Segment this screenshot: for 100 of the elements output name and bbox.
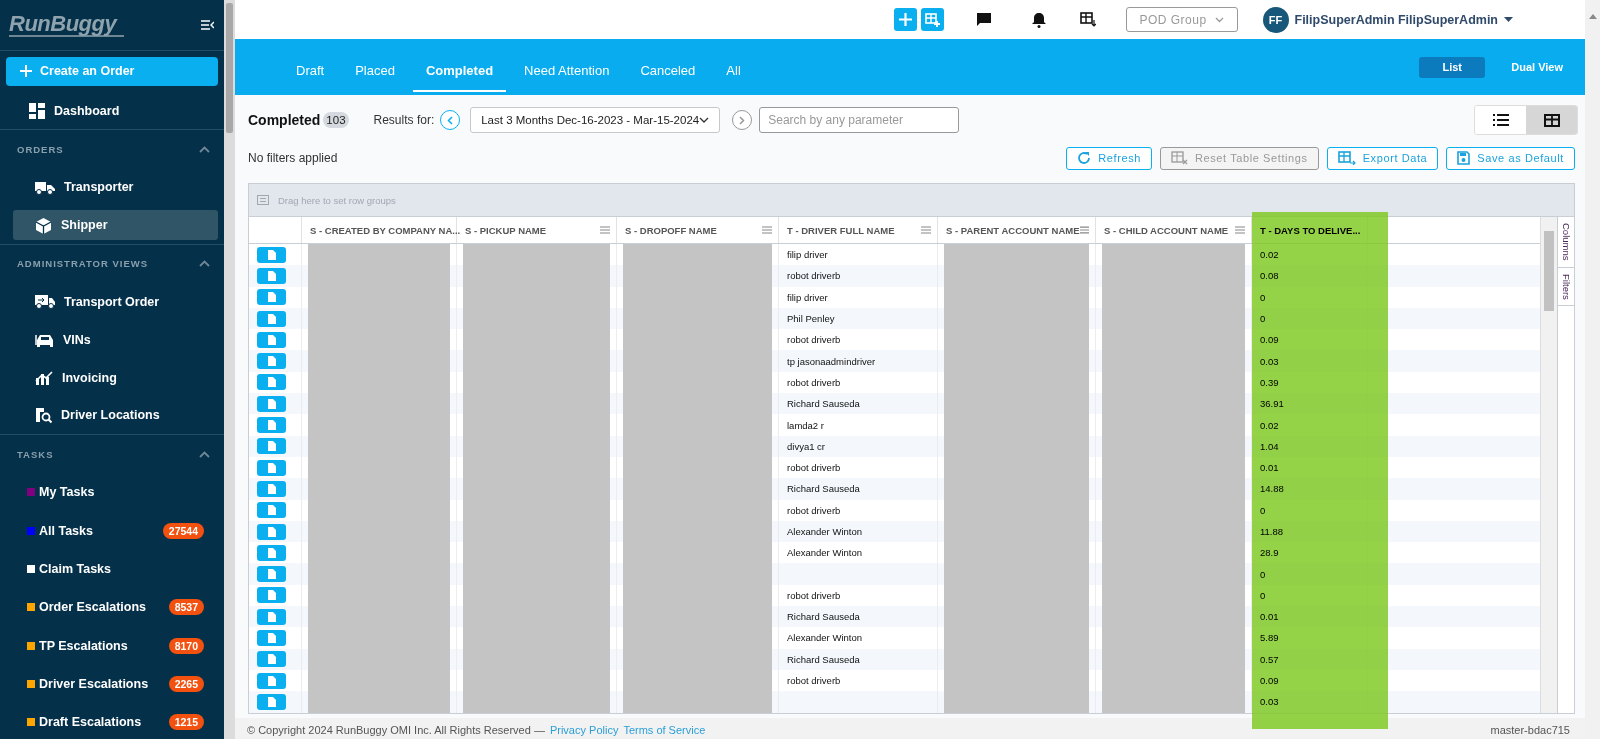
- menu-icon[interactable]: [600, 226, 610, 234]
- document-icon: [267, 420, 276, 430]
- table-cell: lamda2 r: [787, 419, 824, 431]
- scrollbar[interactable]: [1585, 0, 1600, 739]
- search-field[interactable]: Search by any parameter: [759, 107, 960, 133]
- document-button[interactable]: [257, 331, 286, 348]
- document-button[interactable]: [257, 651, 286, 668]
- user-avatar[interactable]: FF: [1262, 6, 1289, 33]
- document-icon: [267, 547, 276, 558]
- document-button[interactable]: [257, 459, 286, 476]
- document-icon: [267, 526, 276, 537]
- document-button[interactable]: [257, 587, 286, 604]
- count-badge: 1215: [168, 714, 204, 731]
- bell-icon[interactable]: [1031, 11, 1046, 28]
- document-icon: [267, 633, 276, 643]
- table-export-icon: [1337, 151, 1356, 165]
- column-header[interactable]: T - DRIVER FULL NAME: [787, 224, 895, 236]
- next-button[interactable]: [732, 110, 753, 130]
- scrollbar[interactable]: [224, 0, 235, 739]
- view-toggle[interactable]: List: [1419, 56, 1486, 78]
- table-cell: filip driver: [787, 291, 828, 303]
- chevron-right-icon: [739, 115, 746, 125]
- task-link[interactable]: Claim Tasks: [39, 562, 204, 577]
- task-link[interactable]: My Tasks: [39, 485, 204, 500]
- collapse-menu-icon[interactable]: [201, 19, 214, 30]
- document-button[interactable]: [257, 544, 286, 561]
- table-cell: Alexander Winton: [787, 526, 862, 537]
- chevron-left-icon: [447, 115, 454, 125]
- document-button[interactable]: [257, 566, 286, 583]
- table-cell: robot driverb: [787, 334, 841, 346]
- nav-item[interactable]: Invoicing: [13, 362, 218, 393]
- section-title: TASKS: [17, 448, 54, 460]
- user-name[interactable]: FilipSuperAdmin FilipSuperAdmin: [1294, 12, 1498, 27]
- table-cell: 0: [1260, 568, 1266, 580]
- column-header[interactable]: S - PARENT ACCOUNT NAME: [946, 224, 1080, 236]
- scroll-up-icon[interactable]: [1588, 14, 1597, 19]
- chat-icon[interactable]: [975, 12, 992, 27]
- caret-icon[interactable]: [1504, 17, 1513, 22]
- document-icon: [267, 398, 276, 409]
- refresh-icon: [1077, 151, 1092, 165]
- document-icon: [267, 334, 276, 345]
- document-icon: [267, 654, 276, 665]
- document-button[interactable]: [257, 480, 286, 497]
- layout-toggle[interactable]: [1526, 106, 1577, 134]
- nav-item[interactable]: Transport Order: [13, 286, 218, 317]
- table-cell: robot driverb: [787, 376, 841, 388]
- task-link[interactable]: All Tasks: [39, 523, 163, 538]
- document-button[interactable]: [257, 693, 286, 710]
- column-header[interactable]: S - PICKUP NAME: [465, 224, 547, 236]
- scrollbar[interactable]: [1540, 217, 1557, 713]
- task-link[interactable]: Driver Escalations: [39, 677, 169, 691]
- logo[interactable]: RunBuggy: [9, 12, 125, 37]
- menu-icon[interactable]: [1235, 226, 1245, 234]
- version-label: master-bdac715: [1490, 723, 1570, 736]
- document-icon: [267, 249, 276, 260]
- document-button[interactable]: [257, 353, 286, 370]
- document-button[interactable]: [257, 310, 286, 327]
- table-cell: 0: [1260, 313, 1266, 325]
- add-button[interactable]: [893, 8, 917, 31]
- column-header[interactable]: S - CREATED BY COMPANY NA...: [310, 224, 461, 236]
- document-button[interactable]: [257, 672, 286, 689]
- chevron-up-icon[interactable]: [199, 260, 210, 268]
- document-button[interactable]: [257, 267, 286, 284]
- table-cell: robot driverb: [787, 270, 841, 282]
- task-link[interactable]: TP Escalations: [39, 638, 169, 653]
- chevron-up-icon[interactable]: [199, 450, 210, 458]
- menu-icon[interactable]: [1079, 226, 1089, 234]
- document-icon: [267, 696, 276, 707]
- nav-item[interactable]: Transporter: [13, 172, 218, 203]
- nav-item[interactable]: VINs: [13, 324, 218, 355]
- plus-icon: [898, 13, 912, 26]
- document-button[interactable]: [257, 374, 286, 391]
- layout-toggle[interactable]: [1475, 106, 1526, 134]
- date-range-dropdown[interactable]: Last 3 Months Dec-16-2023 - Mar-15-2024: [470, 107, 721, 133]
- document-button[interactable]: [257, 438, 286, 455]
- document-button[interactable]: [257, 608, 286, 625]
- column-header[interactable]: T - DAYS TO DELIVE...: [1260, 224, 1361, 236]
- document-button[interactable]: [257, 395, 286, 412]
- section-title: ORDERS: [17, 143, 64, 155]
- add-table-button[interactable]: [920, 8, 944, 31]
- nav-item[interactable]: Dashboard: [6, 91, 218, 130]
- menu-icon[interactable]: [762, 226, 772, 234]
- document-button[interactable]: [257, 502, 286, 519]
- table-download-icon[interactable]: [1079, 12, 1096, 27]
- menu-icon[interactable]: [921, 226, 931, 234]
- document-button[interactable]: [257, 630, 286, 646]
- document-button[interactable]: [257, 289, 286, 306]
- document-button[interactable]: [257, 246, 286, 263]
- nav-item[interactable]: Shipper: [13, 210, 218, 241]
- chevron-down-icon: [699, 117, 710, 123]
- column-header[interactable]: S - DROPOFF NAME: [625, 224, 717, 236]
- column-header[interactable]: S - CHILD ACCOUNT NAME: [1104, 224, 1229, 236]
- previous-button[interactable]: [440, 110, 461, 130]
- document-button[interactable]: [257, 417, 286, 433]
- plus-icon: [20, 65, 32, 78]
- nav-item[interactable]: Driver Locations: [13, 400, 218, 431]
- task-link[interactable]: Draft Escalations: [39, 715, 169, 730]
- task-link[interactable]: Order Escalations: [39, 600, 169, 615]
- chevron-up-icon[interactable]: [199, 145, 210, 153]
- document-button[interactable]: [257, 523, 286, 540]
